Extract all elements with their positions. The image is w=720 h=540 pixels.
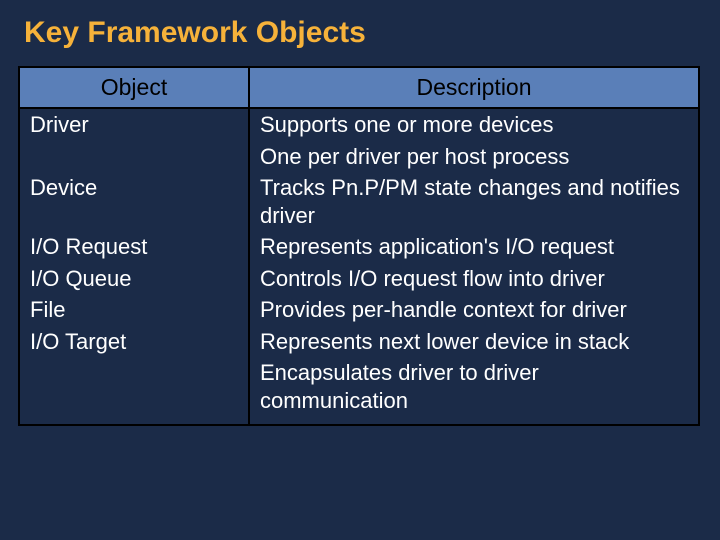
- table-header-row: Object Description: [19, 67, 699, 108]
- slide: Key Framework Objects Object Description…: [0, 0, 720, 540]
- cell-description: Controls I/O request flow into driver: [249, 263, 699, 295]
- table-row: Device Tracks Pn.P/PM state changes and …: [19, 172, 699, 231]
- table-row: Encapsulates driver to driver communicat…: [19, 357, 699, 425]
- table-row: Driver Supports one or more devices: [19, 108, 699, 141]
- cell-description: Tracks Pn.P/PM state changes and notifie…: [249, 172, 699, 231]
- cell-object: I/O Target: [19, 326, 249, 358]
- table-row: File Provides per-handle context for dri…: [19, 294, 699, 326]
- table-row: I/O Request Represents application's I/O…: [19, 231, 699, 263]
- cell-object: [19, 357, 249, 425]
- cell-description: One per driver per host process: [249, 141, 699, 173]
- cell-description: Provides per-handle context for driver: [249, 294, 699, 326]
- cell-object: Driver: [19, 108, 249, 141]
- cell-object: I/O Queue: [19, 263, 249, 295]
- cell-object: I/O Request: [19, 231, 249, 263]
- table-row: One per driver per host process: [19, 141, 699, 173]
- col-header-description: Description: [249, 67, 699, 108]
- cell-object: Device: [19, 172, 249, 231]
- cell-description: Represents next lower device in stack: [249, 326, 699, 358]
- framework-objects-table: Object Description Driver Supports one o…: [18, 66, 700, 426]
- table-row: I/O Target Represents next lower device …: [19, 326, 699, 358]
- col-header-object: Object: [19, 67, 249, 108]
- cell-description: Supports one or more devices: [249, 108, 699, 141]
- page-title: Key Framework Objects: [24, 16, 702, 50]
- cell-object: [19, 141, 249, 173]
- cell-description: Represents application's I/O request: [249, 231, 699, 263]
- table-row: I/O Queue Controls I/O request flow into…: [19, 263, 699, 295]
- cell-description: Encapsulates driver to driver communicat…: [249, 357, 699, 425]
- cell-object: File: [19, 294, 249, 326]
